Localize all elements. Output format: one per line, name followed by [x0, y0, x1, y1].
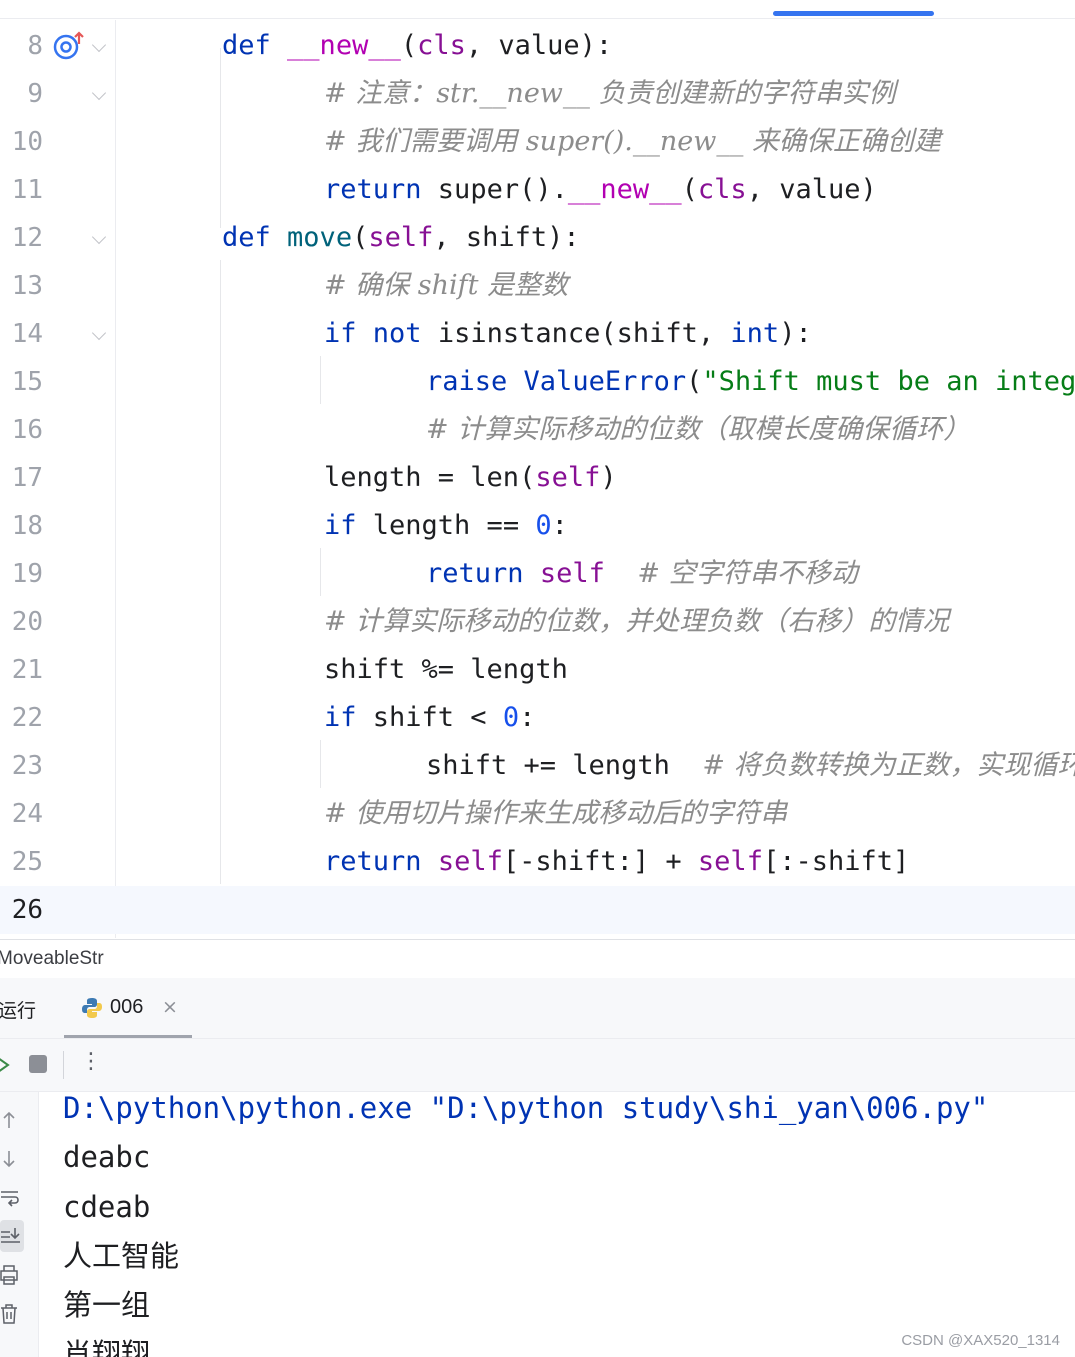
line-number: 14: [11, 319, 43, 349]
stop-icon[interactable]: [29, 1055, 47, 1073]
line-number: 26: [11, 895, 43, 925]
code-line[interactable]: 17 length = len(self): [0, 454, 1075, 502]
line-number: 24: [11, 799, 43, 829]
line-number: 12: [11, 223, 43, 253]
code-line[interactable]: 25 return self[-shift:] + self[:-shift]: [0, 838, 1075, 886]
code-text: # 计算实际移动的位数（取模长度确保循环）: [426, 414, 971, 445]
code-line[interactable]: 21 shift %= length: [0, 646, 1075, 694]
code-text: return self[-shift:] + self[:-shift]: [324, 846, 910, 877]
line-number: 21: [11, 655, 43, 685]
code-text: # 计算实际移动的位数，并处理负数（右移）的情况: [324, 606, 950, 637]
code-text: # 我们需要调用 super().__new__ 来确保正确创建: [324, 126, 941, 157]
code-text: # 使用切片操作来生成移动后的字符串: [324, 798, 788, 829]
console-line: 人工智能: [63, 1239, 180, 1273]
indent-guide: [320, 356, 321, 404]
close-icon[interactable]: ×: [162, 996, 178, 1018]
line-number: 25: [11, 847, 43, 877]
breadcrumb-class[interactable]: MoveableStr: [0, 948, 104, 970]
active-tab-indicator: [773, 11, 934, 16]
code-line[interactable]: 12 def move(self, shift):: [0, 214, 1075, 262]
arrow-down-icon[interactable]: [0, 1147, 22, 1171]
console-side-toolbar: [0, 1092, 39, 1357]
code-text: def __new__(cls, value):: [222, 30, 613, 61]
code-line[interactable]: 9 # 注意：str.__new__ 负责创建新的字符串实例: [0, 70, 1075, 118]
indent-guide: [320, 740, 321, 788]
rerun-icon[interactable]: [0, 1054, 10, 1076]
code-line[interactable]: 11 return super().__new__(cls, value): [0, 166, 1075, 214]
indent-guide: [320, 548, 321, 596]
code-line[interactable]: 14 if not isinstance(shift, int):: [0, 310, 1075, 358]
toolbar-separator: [63, 1051, 64, 1079]
code-line[interactable]: 24 # 使用切片操作来生成移动后的字符串: [0, 790, 1075, 838]
soft-wrap-icon[interactable]: [0, 1185, 22, 1209]
indent-guide: [220, 48, 221, 228]
python-icon: [82, 998, 102, 1018]
code-text: return self # 空字符串不移动: [426, 558, 858, 589]
code-text: return super().__new__(cls, value): [324, 174, 877, 205]
print-icon[interactable]: [0, 1263, 22, 1287]
console-line: 第一组: [63, 1288, 151, 1322]
code-line[interactable]: 15 raise ValueError("Shift must be an int…: [0, 358, 1075, 406]
code-line[interactable]: 23 shift += length # 将负数转换为正数，实现循环: [0, 742, 1075, 790]
code-text: shift += length # 将负数转换为正数，实现循环: [426, 750, 1075, 781]
line-number: 20: [11, 607, 43, 637]
code-text: if shift < 0:: [324, 702, 536, 733]
code-line[interactable]: 20 # 计算实际移动的位数，并处理负数（右移）的情况: [0, 598, 1075, 646]
code-text: length = len(self): [324, 462, 617, 493]
line-number: 10: [11, 127, 43, 157]
breadcrumb-bar: MoveableStr: [0, 939, 1075, 979]
run-tab-label: 006: [110, 996, 144, 1018]
code-line[interactable]: 19 return self # 空字符串不移动: [0, 550, 1075, 598]
code-editor[interactable]: 8 def __new__(cls, value): 9 # 注意：str.__new…: [0, 20, 1075, 938]
override-gutter-icon[interactable]: [52, 30, 86, 60]
code-text: if not isinstance(shift, int):: [324, 318, 812, 349]
code-line[interactable]: 18 if length == 0:: [0, 502, 1075, 550]
line-number: 15: [11, 367, 43, 397]
console-line: cdeab: [63, 1190, 151, 1224]
selected-tab-underline: [64, 1035, 192, 1038]
scroll-to-end-icon[interactable]: [0, 1224, 22, 1248]
watermark: CSDN @XAX520_1314: [901, 1332, 1060, 1349]
code-text: raise ValueError("Shift must be an integ…: [426, 366, 1075, 397]
code-line[interactable]: 10 # 我们需要调用 super().__new__ 来确保正确创建: [0, 118, 1075, 166]
line-number: 11: [11, 175, 43, 205]
code-line[interactable]: 8 def __new__(cls, value):: [0, 22, 1075, 70]
run-tool-window-header: 运行 006 ×: [0, 978, 1075, 1039]
line-number: 18: [11, 511, 43, 541]
trash-icon[interactable]: [0, 1302, 22, 1326]
console-output[interactable]: D:\python\python.exe "D:\python study\sh…: [39, 1092, 1075, 1357]
console-line: 肖翔翔: [63, 1337, 151, 1357]
console-line: deabc: [63, 1140, 151, 1174]
code-line[interactable]: 13 # 确保 shift 是整数: [0, 262, 1075, 310]
arrow-up-icon[interactable]: [0, 1108, 22, 1132]
code-text: # 注意：str.__new__ 负责创建新的字符串实例: [324, 78, 896, 109]
line-number: 13: [11, 271, 43, 301]
run-tool-window-title: 运行: [0, 1000, 37, 1022]
editor-top-border: [0, 18, 1075, 19]
code-text: # 确保 shift 是整数: [324, 270, 569, 301]
code-line[interactable]: 22 if shift < 0:: [0, 694, 1075, 742]
code-text: def move(self, shift):: [222, 222, 580, 253]
console-line: D:\python\python.exe "D:\python study\sh…: [63, 1092, 989, 1125]
indent-guide: [220, 260, 221, 884]
run-tab-006[interactable]: 006 ×: [64, 978, 192, 1038]
line-number: 17: [11, 463, 43, 493]
code-text: shift %= length: [324, 654, 568, 685]
line-number: 9: [27, 79, 43, 109]
fold-chevron-icon[interactable]: [91, 85, 107, 101]
line-number: 19: [11, 559, 43, 589]
line-number: 16: [11, 415, 43, 445]
fold-chevron-icon[interactable]: [91, 37, 107, 53]
line-number: 22: [11, 703, 43, 733]
code-line[interactable]: 16 # 计算实际移动的位数（取模长度确保循环）: [0, 406, 1075, 454]
fold-chevron-icon[interactable]: [91, 229, 107, 245]
run-toolbar: ⋮: [0, 1039, 1075, 1092]
fold-chevron-icon[interactable]: [91, 325, 107, 341]
line-number: 23: [11, 751, 43, 781]
more-options-icon[interactable]: ⋮: [80, 1049, 102, 1074]
code-line[interactable]: 26: [0, 886, 1075, 934]
line-number: 8: [27, 31, 43, 61]
code-text: if length == 0:: [324, 510, 568, 541]
